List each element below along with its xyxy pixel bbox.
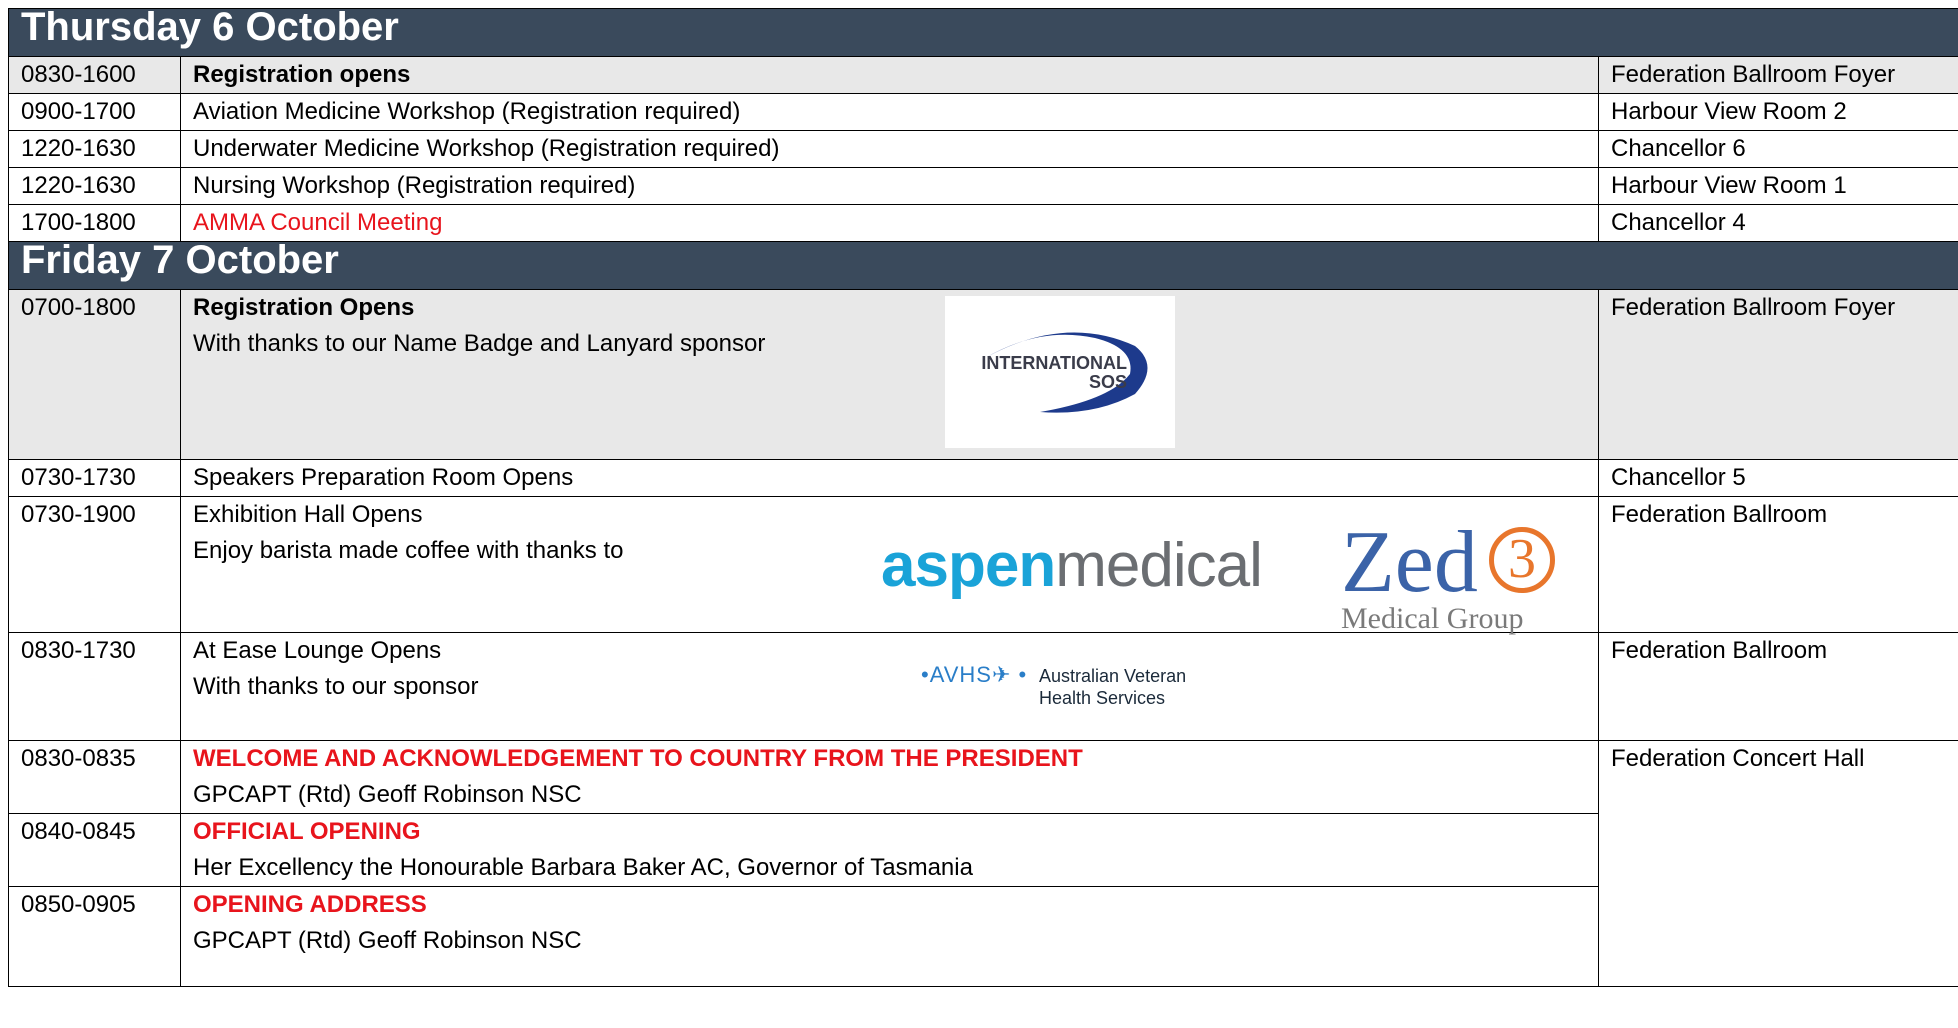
session-title: AMMA Council Meeting	[180, 204, 1599, 242]
session-venue: Harbour View Room 2	[1597, 93, 1958, 131]
session-time: 0830-1600	[8, 56, 181, 94]
session-time: 0730-1900	[8, 496, 181, 633]
session-title: OFFICIAL OPENING	[193, 818, 421, 845]
avhs-logo: •AVHS✈ • Australian Veteran Health Servi…	[921, 662, 1187, 709]
session-title: At Ease Lounge Opens	[193, 637, 442, 664]
session-cell: At Ease Lounge Opens With thanks to our …	[180, 632, 1599, 741]
table-row: 0730-1900 Exhibition Hall Opens Enjoy ba…	[8, 496, 1958, 635]
session-cell: Exhibition Hall Opens Enjoy barista made…	[180, 496, 1599, 635]
session-time: 0850-0905	[8, 886, 181, 987]
table-row: 0900-1700 Aviation Medicine Workshop (Re…	[8, 93, 1958, 131]
session-title: Aviation Medicine Workshop (Registration…	[180, 93, 1599, 131]
session-title: WELCOME AND ACKNOWLEDGEMENT TO COUNTRY F…	[193, 745, 1083, 772]
session-subtitle: With thanks to our Name Badge and Lanyar…	[193, 330, 766, 357]
session-venue: Chancellor 5	[1597, 459, 1958, 497]
table-row: 0730-1730 Speakers Preparation Room Open…	[8, 459, 1958, 497]
table-row: 0700-1800 Registration Opens With thanks…	[8, 289, 1958, 460]
table-row: 1220-1630 Nursing Workshop (Registration…	[8, 167, 1958, 205]
session-title: Registration Opens	[193, 294, 415, 321]
session-time: 0830-0835	[8, 740, 181, 814]
day-header-friday: Friday 7 October	[7, 240, 1958, 290]
session-venue: Federation Ballroom	[1597, 496, 1958, 633]
aspen-medical-logo: aspenmedical	[881, 531, 1263, 600]
table-row: 0830-0835 WELCOME AND ACKNOWLEDGEMENT TO…	[8, 740, 1958, 987]
logo-text: INTERNATIONAL	[981, 353, 1127, 373]
session-venue: Federation Ballroom Foyer	[1597, 289, 1958, 460]
session-subtitle: With thanks to our sponsor	[193, 673, 479, 700]
session-venue: Harbour View Room 1	[1597, 167, 1958, 205]
session-cell: OFFICIAL OPENING Her Excellency the Hono…	[180, 813, 1599, 887]
logo-text: SOS	[1088, 372, 1127, 392]
session-venue: Chancellor 4	[1597, 204, 1958, 242]
session-cell: OPENING ADDRESS GPCAPT (Rtd) Geoff Robin…	[180, 886, 1599, 987]
session-venue: Federation Ballroom	[1597, 632, 1958, 741]
international-sos-logo: INTERNATIONAL SOS	[945, 296, 1175, 448]
session-venue: Federation Concert Hall	[1597, 740, 1958, 987]
session-title: Nursing Workshop (Registration required)	[180, 167, 1599, 205]
session-time: 0730-1730	[8, 459, 181, 497]
day-header-thursday: Thursday 6 October	[7, 7, 1958, 57]
session-cell: Registration Opens With thanks to our Na…	[180, 289, 1599, 460]
day-heading: Thursday 6 October	[7, 7, 1958, 57]
session-cell: WELCOME AND ACKNOWLEDGEMENT TO COUNTRY F…	[180, 740, 1599, 814]
session-subtitle: GPCAPT (Rtd) Geoff Robinson NSC	[193, 927, 582, 954]
session-title: Underwater Medicine Workshop (Registrati…	[180, 130, 1599, 168]
session-venue: Federation Ballroom Foyer	[1597, 56, 1958, 94]
session-title: OPENING ADDRESS	[193, 891, 427, 918]
table-row: 1220-1630 Underwater Medicine Workshop (…	[8, 130, 1958, 168]
table-row: 0830-1730 At Ease Lounge Opens With than…	[8, 632, 1958, 741]
table-row: 1700-1800 AMMA Council Meeting Chancello…	[8, 204, 1958, 242]
session-title: Registration opens	[180, 56, 1599, 94]
session-title: Speakers Preparation Room Opens	[180, 459, 1599, 497]
session-time: 1220-1630	[8, 130, 181, 168]
zed3-medical-group-logo: Zed 3 Medical Group	[1341, 519, 1561, 635]
day-heading: Friday 7 October	[7, 240, 1958, 290]
session-venue: Chancellor 6	[1597, 130, 1958, 168]
session-subtitle: Her Excellency the Honourable Barbara Ba…	[193, 854, 973, 881]
table-row: 0830-1600 Registration opens Federation …	[8, 56, 1958, 94]
session-time: 0840-0845	[8, 813, 181, 887]
session-time: 1220-1630	[8, 167, 181, 205]
program-table: Thursday 6 October 0830-1600 Registratio…	[7, 7, 1958, 987]
session-time: 0900-1700	[8, 93, 181, 131]
session-time: 1700-1800	[8, 204, 181, 242]
session-time: 0700-1800	[8, 289, 181, 460]
session-subtitle: GPCAPT (Rtd) Geoff Robinson NSC	[193, 781, 582, 808]
session-time: 0830-1730	[8, 632, 181, 741]
